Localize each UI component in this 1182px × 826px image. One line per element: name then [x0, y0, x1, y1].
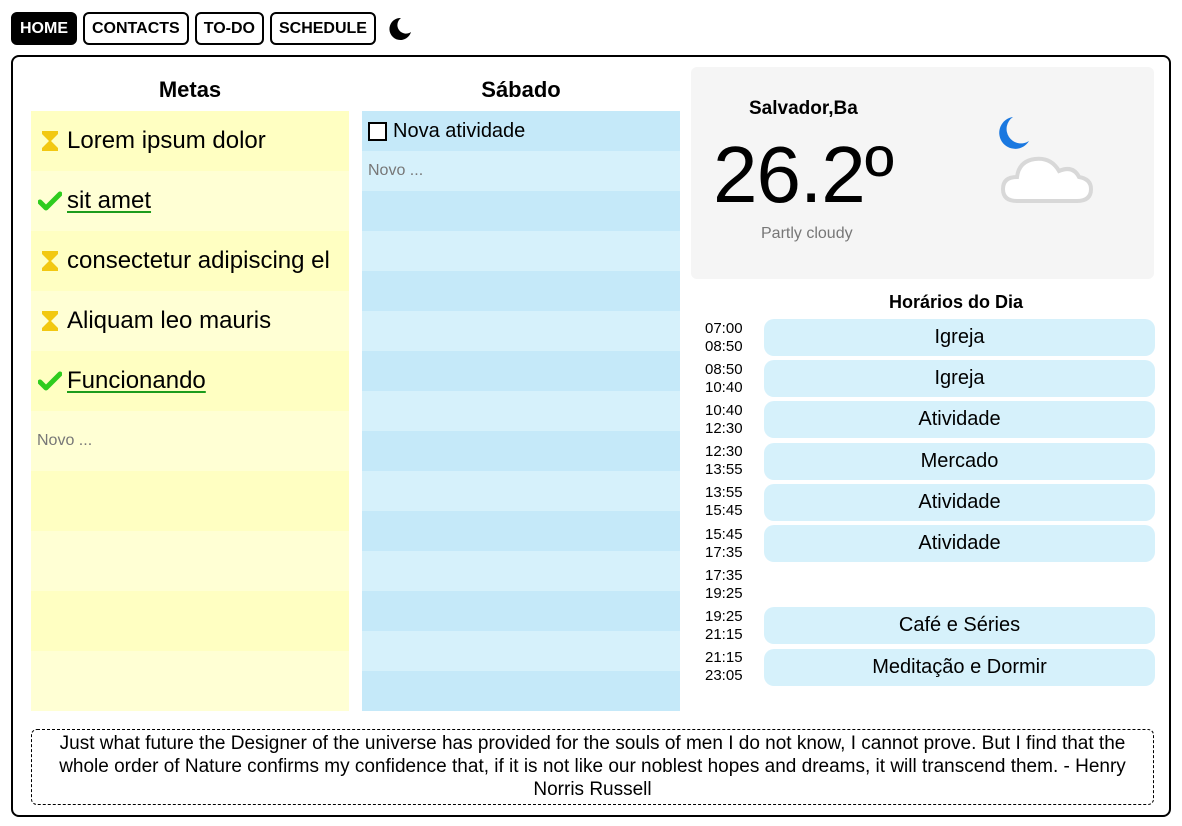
empty-row [31, 531, 349, 591]
empty-row [362, 431, 680, 471]
schedule-slot: 15:45 17:35 Atividade [703, 523, 1155, 564]
empty-row [362, 631, 680, 671]
hourglass-icon [37, 128, 63, 154]
nav-home-button[interactable]: HOME [11, 12, 77, 45]
slot-activity[interactable]: Igreja [764, 319, 1155, 357]
slot-time: 07:00 08:50 [705, 319, 743, 355]
nav-contacts-button[interactable]: CONTACTS [83, 12, 189, 45]
empty-row [362, 231, 680, 271]
moon-icon[interactable] [386, 15, 414, 43]
schedule-slot: 17:35 19:25 [703, 564, 1155, 605]
slot-activity[interactable]: Atividade [764, 483, 1155, 521]
weather-city: Salvador,Ba [749, 98, 858, 119]
goals-list: Lorem ipsum dolor sit amet consectetur a… [31, 111, 349, 711]
empty-row [31, 471, 349, 531]
goal-item[interactable]: consectetur adipiscing el [31, 231, 349, 291]
weather-card: Salvador,Ba 26.2º Partly cloudy [691, 67, 1154, 279]
empty-row [31, 651, 349, 711]
goal-text: Funcionando [67, 367, 206, 394]
goal-text: Lorem ipsum dolor [67, 127, 266, 154]
empty-row [31, 591, 349, 651]
top-nav: HOME CONTACTS TO-DO SCHEDULE [11, 12, 414, 45]
slot-activity[interactable]: Atividade [764, 525, 1155, 563]
goal-text: consectetur adipiscing el [67, 247, 330, 274]
schedule-slot: 12:30 13:55 Mercado [703, 441, 1155, 482]
new-activity-input[interactable]: Novo ... [362, 151, 680, 191]
slot-activity[interactable]: Mercado [764, 442, 1155, 480]
slot-time: 12:30 13:55 [705, 443, 743, 479]
slot-time: 17:35 19:25 [705, 566, 743, 602]
empty-row [362, 191, 680, 231]
slot-activity[interactable]: Café e Séries [764, 607, 1155, 645]
schedule-list: 07:00 08:50 Igreja 08:50 10:40 Igreja 10:4… [703, 317, 1155, 688]
empty-row [362, 311, 680, 351]
dashboard-frame: Metas Sábado Lorem ipsum dolor sit amet … [11, 55, 1171, 817]
hourglass-icon [37, 248, 63, 274]
weather-temperature: 26.2º [713, 130, 894, 219]
slot-time: 10:40 12:30 [705, 401, 743, 437]
empty-row [362, 551, 680, 591]
nav-todo-button[interactable]: TO-DO [194, 12, 264, 45]
activity-checkbox[interactable] [368, 121, 387, 141]
goal-text: Aliquam leo mauris [67, 307, 272, 334]
schedule-slot: 13:55 15:45 Atividade [703, 482, 1155, 523]
slot-time: 15:45 17:35 [705, 525, 743, 561]
empty-row [362, 471, 680, 511]
slot-time: 08:50 10:40 [705, 360, 743, 396]
goal-item[interactable]: Funcionando [31, 351, 349, 411]
slot-activity[interactable]: Atividade [764, 401, 1155, 439]
hourglass-icon [37, 308, 63, 334]
nav-schedule-button[interactable]: SCHEDULE [269, 12, 376, 45]
new-goal-input[interactable]: Novo ... [31, 411, 349, 471]
schedule-slot: 07:00 08:50 Igreja [703, 317, 1155, 358]
schedule-slot: 21:15 23:05 Meditação e Dormir [703, 647, 1155, 688]
schedule-title: Horários do Dia [889, 292, 1024, 312]
slot-time: 21:15 23:05 [705, 649, 743, 685]
quote-box: Just what future the Designer of the uni… [31, 729, 1154, 805]
day-activity-list: Nova atividade Novo ... [362, 111, 680, 711]
activity-text: Nova atividade [393, 119, 526, 142]
empty-row [362, 591, 680, 631]
slot-time: 19:25 21:15 [705, 607, 743, 643]
day-title: Sábado [481, 77, 561, 102]
slot-activity[interactable]: Igreja [764, 360, 1155, 398]
goal-item[interactable]: Aliquam leo mauris [31, 291, 349, 351]
check-icon [37, 368, 63, 394]
empty-row [362, 671, 680, 711]
schedule-slot: 10:40 12:30 Atividade [703, 399, 1155, 440]
slot-activity[interactable] [764, 566, 1155, 603]
check-icon [37, 188, 63, 214]
empty-row [362, 391, 680, 431]
schedule-slot: 19:25 21:15 Café e Séries [703, 605, 1155, 646]
slot-time: 13:55 15:45 [705, 484, 743, 520]
partly-cloudy-night-icon [981, 111, 1101, 211]
goals-title: Metas [158, 77, 222, 102]
empty-row [362, 271, 680, 311]
goal-text: sit amet [67, 187, 152, 214]
activity-item[interactable]: Nova atividade [362, 111, 680, 151]
empty-row [362, 511, 680, 551]
schedule-slot: 08:50 10:40 Igreja [703, 358, 1155, 399]
goal-item[interactable]: Lorem ipsum dolor [31, 111, 349, 171]
empty-row [362, 351, 680, 391]
weather-description: Partly cloudy [761, 225, 853, 242]
goal-item[interactable]: sit amet [31, 171, 349, 231]
slot-activity[interactable]: Meditação e Dormir [764, 648, 1155, 686]
